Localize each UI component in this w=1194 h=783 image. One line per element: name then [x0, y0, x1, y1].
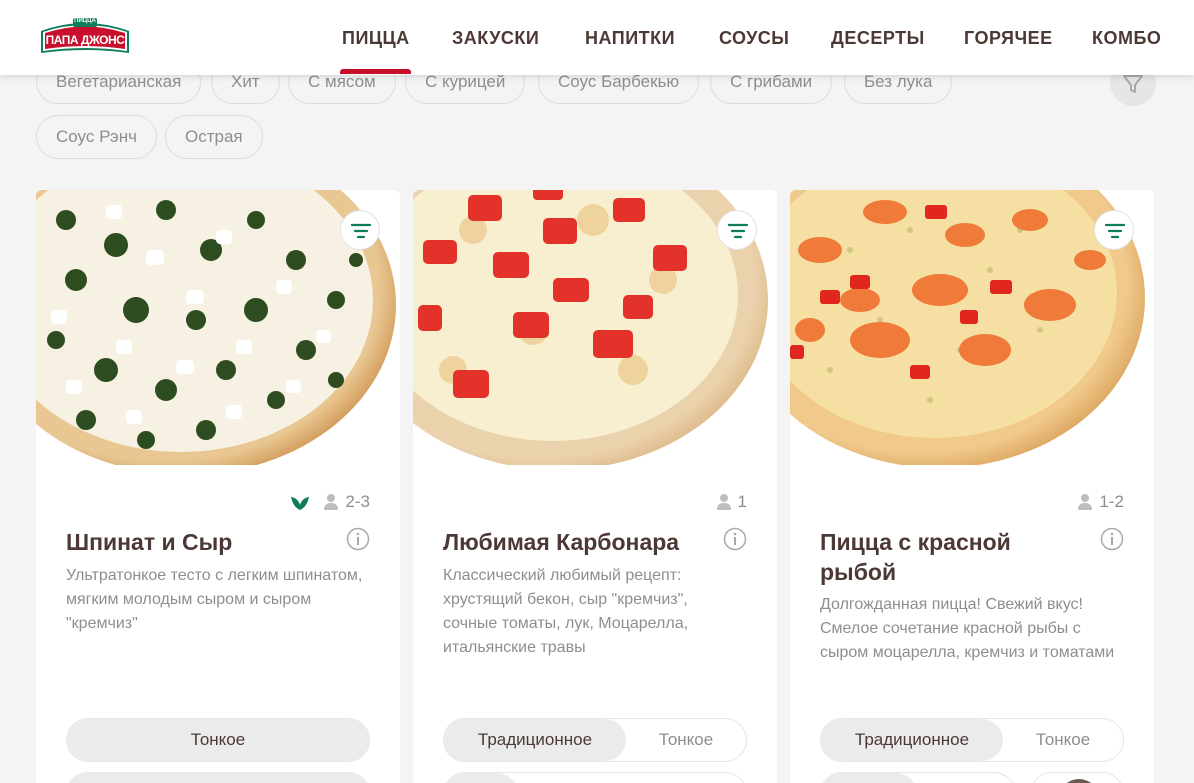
pizza-image[interactable]: [413, 190, 777, 480]
persons-count: 1: [716, 492, 747, 512]
persons-value: 1: [737, 492, 747, 511]
product-card[interactable]: 1-2 Пицца с красной рыбой Долгожданная п…: [790, 190, 1154, 783]
product-description: Ультратонкое тесто с легким шпинатом, мя…: [66, 567, 363, 632]
papa-johns-logo[interactable]: ПИЦЦА ПАПА ДЖОНС: [39, 17, 131, 55]
product-card[interactable]: 2-3 Шпинат и Сыр Ультратонкое тесто с ле…: [36, 190, 400, 783]
size-option[interactable]: [821, 773, 917, 783]
pizza-image[interactable]: [36, 190, 400, 480]
persons-count: 2-3: [289, 492, 370, 512]
nav-item-pizza[interactable]: ПИЦЦА: [342, 28, 410, 49]
nav-item-desserts[interactable]: ДЕСЕРТЫ: [831, 28, 925, 49]
product-description: Классический любимый рецепт: хрустящий б…: [443, 567, 689, 656]
dough-selector: Традиционное Тонкое: [820, 718, 1124, 762]
nav-item-sauces[interactable]: СОУСЫ: [719, 28, 789, 49]
pizza-image[interactable]: [790, 190, 1154, 480]
info-icon[interactable]: [1100, 527, 1124, 551]
chip-ranch-sauce[interactable]: Соус Рэнч: [36, 115, 157, 159]
size-selector: [443, 772, 747, 783]
product-title[interactable]: Шпинат и Сыр: [66, 527, 326, 557]
active-nav-indicator: [340, 69, 411, 74]
ingredients-button[interactable]: [717, 210, 757, 250]
size-selector: [820, 772, 1016, 783]
dough-option-thin[interactable]: Тонкое: [67, 719, 369, 761]
nav-item-drinks[interactable]: НАПИТКИ: [585, 28, 675, 49]
dough-option-thin[interactable]: Тонкое: [1003, 719, 1123, 761]
dough-selector: Традиционное Тонкое: [443, 718, 747, 762]
info-icon[interactable]: [723, 527, 747, 551]
persons-value: 1-2: [1099, 492, 1124, 511]
ingredients-button[interactable]: [340, 210, 380, 250]
quantity-control[interactable]: [1030, 772, 1124, 783]
nav-item-hot[interactable]: ГОРЯЧЕЕ: [964, 28, 1053, 49]
person-icon: [324, 494, 339, 510]
leaf-icon: [291, 497, 310, 510]
add-icon: [1059, 779, 1099, 783]
nav-item-snacks[interactable]: ЗАКУСКИ: [452, 28, 539, 49]
dough-selector: Тонкое: [66, 718, 370, 762]
product-card[interactable]: 1 Любимая Карбонара Классический любимый…: [413, 190, 777, 783]
logo-main-text: ПАПА ДЖОНС: [45, 33, 125, 47]
persons-value: 2-3: [345, 492, 370, 511]
product-title[interactable]: Пицца с красной рыбой: [820, 527, 1050, 587]
list-filter-icon: [1104, 223, 1126, 239]
chip-spicy[interactable]: Острая: [165, 115, 263, 159]
person-icon: [716, 494, 731, 510]
info-icon[interactable]: [346, 527, 370, 551]
product-title[interactable]: Любимая Карбонара: [443, 527, 713, 557]
dough-option-traditional[interactable]: Традиционное: [821, 719, 1003, 761]
dough-option-traditional[interactable]: Традиционное: [444, 719, 626, 761]
persons-count: 1-2: [1077, 492, 1124, 512]
product-description: Долгожданная пицца! Свежий вкус! Смелое …: [820, 596, 1115, 661]
list-filter-icon: [727, 223, 749, 239]
logo-top-text: ПИЦЦА: [74, 18, 96, 24]
ingredients-button[interactable]: [1094, 210, 1134, 250]
nav-item-combo[interactable]: КОМБО: [1092, 28, 1161, 49]
top-header: ПИЦЦА ПАПА ДЖОНС ПИЦЦА ЗАКУСКИ НАПИТКИ С…: [0, 0, 1194, 75]
list-filter-icon: [350, 223, 372, 239]
size-option[interactable]: [444, 773, 518, 783]
size-option[interactable]: [67, 773, 369, 783]
dough-option-thin[interactable]: Тонкое: [626, 719, 746, 761]
size-selector: [66, 772, 370, 783]
person-icon: [1078, 494, 1093, 510]
